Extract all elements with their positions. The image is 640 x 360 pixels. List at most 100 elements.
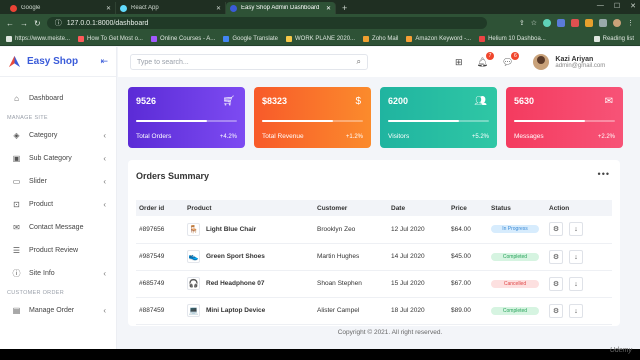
reload-icon[interactable]: ↻ xyxy=(34,19,41,28)
footer: Copyright © 2021. All right reserved. xyxy=(337,329,443,336)
section-heading: MANAGE SITE xyxy=(7,115,48,121)
arrow-down-icon[interactable]: ↓ xyxy=(569,222,583,237)
video-letterbox xyxy=(0,349,640,360)
arrow-down-icon[interactable]: ↓ xyxy=(569,249,583,264)
search-input[interactable]: Type to search... ⌕ xyxy=(130,54,368,70)
sidebar-item-slider[interactable]: ▭ Slider ‹ xyxy=(0,170,116,193)
arrow-down-icon[interactable]: ↓ xyxy=(569,276,583,291)
order-date: 15 Jul 2020 xyxy=(391,280,425,287)
stat-change: +5.2% xyxy=(471,134,489,140)
sidebar-item-category[interactable]: ◈ Category ‹ xyxy=(0,124,116,147)
order-id: #897656 xyxy=(139,225,165,233)
window-controls: — ☐ ✕ xyxy=(597,2,636,10)
search-placeholder: Type to search... xyxy=(137,58,189,66)
extension-icon[interactable] xyxy=(557,19,565,27)
product-name: Green Sport Shoes xyxy=(206,253,265,260)
tag-icon: ◈ xyxy=(13,131,20,140)
stat-progress-fill xyxy=(388,120,459,122)
reading-list[interactable]: Reading list xyxy=(593,35,634,42)
sidebar-item-dashboard[interactable]: ⌂ Dashboard xyxy=(0,87,116,110)
search-icon[interactable]: ⌕ xyxy=(357,57,361,67)
browser-tab-easyshop[interactable]: Easy Shop Admin Dashboard ✕ xyxy=(226,2,336,14)
cart-icon: 🛒︎ xyxy=(222,96,235,107)
bookmark-item[interactable]: https://www.meiste... xyxy=(6,35,70,42)
collapse-sidebar-icon[interactable]: ⇤ xyxy=(100,56,108,67)
product-thumbnail: 🪑 xyxy=(187,222,200,236)
close-tab-icon[interactable]: ✕ xyxy=(216,5,221,12)
stat-label: Total Orders xyxy=(136,133,172,140)
extension-icon[interactable] xyxy=(543,19,551,27)
stat-label: Messages xyxy=(514,133,544,140)
order-date: 12 Jul 2020 xyxy=(391,225,425,233)
close-tab-icon[interactable]: ✕ xyxy=(106,5,111,12)
bookmark-item[interactable]: Google Translate xyxy=(223,35,278,42)
user-menu[interactable]: Kazi Ariyan admin@gmail.com xyxy=(533,54,605,70)
close-tab-icon[interactable]: ✕ xyxy=(326,5,331,12)
sidebar-item-product[interactable]: ⊡ Product ‹ xyxy=(0,193,116,216)
forward-icon[interactable]: → xyxy=(20,19,28,28)
stat-progress xyxy=(514,120,615,122)
bookmark-item[interactable]: Amazon Keyword -... xyxy=(406,35,471,42)
address-bar[interactable]: ⓘ 127.0.0.1:8000/dashboard xyxy=(46,17,487,29)
browser-window: Google ✕ React App ✕ Easy Shop Admin Das… xyxy=(0,0,640,349)
extension-icon[interactable] xyxy=(571,19,579,27)
profile-avatar[interactable] xyxy=(613,19,621,27)
slider-icon: ▭ xyxy=(12,177,21,186)
status-cell: In Progress xyxy=(488,216,546,243)
bookmark-label: WORK PLANE 2020... xyxy=(295,35,356,42)
settings-icon[interactable]: ⚙ xyxy=(549,276,563,291)
back-icon[interactable]: ← xyxy=(6,19,14,28)
star-icon[interactable]: ☆ xyxy=(531,19,537,27)
extension-icon[interactable] xyxy=(585,19,593,27)
menu-icon[interactable]: ⋮ xyxy=(627,19,634,27)
arrow-down-icon[interactable]: ↓ xyxy=(569,303,583,318)
bookmark-favicon-icon xyxy=(406,35,413,42)
product-cell: 🪑 Light Blue Chair xyxy=(184,216,314,243)
settings-icon[interactable]: ⚙ xyxy=(549,222,563,237)
grid-icon[interactable]: ⊞ xyxy=(455,57,463,68)
maximize-icon[interactable]: ☐ xyxy=(614,2,620,10)
sidebar-item-label: Contact Message xyxy=(29,224,84,231)
sidebar-item-product-review[interactable]: ☰ Product Review xyxy=(0,239,116,262)
browser-tab-google[interactable]: Google ✕ xyxy=(6,2,116,14)
bookmark-favicon-icon xyxy=(6,35,12,42)
sidebar-item-sub-category[interactable]: ▣ Sub Category ‹ xyxy=(0,147,116,170)
bookmark-item[interactable]: WORK PLANE 2020... xyxy=(286,35,356,42)
action-cell: ⚙ ↓ xyxy=(546,243,612,270)
orders-table: Order id Product Customer Date Price Sta… xyxy=(136,200,612,325)
info-icon: ⓘ xyxy=(12,269,21,278)
sidebar-item-site-info[interactable]: ⓘ Site Info ‹ xyxy=(0,262,116,285)
order-date: 14 Jul 2020 xyxy=(391,253,425,260)
bookmark-label: Online Courses - A... xyxy=(159,35,216,42)
brand-name: Easy Shop xyxy=(27,56,79,67)
message-badge: 6 xyxy=(511,51,520,60)
bookmark-item[interactable]: Zoho Mail xyxy=(363,35,398,42)
browser-tab-react[interactable]: React App ✕ xyxy=(116,2,226,14)
product-name: Mini Laptop Device xyxy=(206,307,266,314)
sidebar-item-contact-message[interactable]: ✉ Contact Message xyxy=(0,216,116,239)
bell-icon[interactable]: 🔔︎ 7 xyxy=(477,51,494,68)
close-window-icon[interactable]: ✕ xyxy=(630,2,636,10)
dollar-icon: $ xyxy=(355,96,361,107)
chat-icon[interactable]: 💬︎ 6 xyxy=(502,51,520,68)
minimize-icon[interactable]: — xyxy=(597,2,604,10)
stat-value: $8323 xyxy=(262,96,288,106)
tab-label: Google xyxy=(21,5,41,11)
share-icon[interactable]: ⇪ xyxy=(519,19,525,27)
new-tab-icon[interactable]: + xyxy=(342,2,347,14)
section-heading: CUSTOMER ORDER xyxy=(7,290,64,296)
settings-icon[interactable]: ⚙ xyxy=(549,249,563,264)
bookmark-label: How To Get Most o... xyxy=(87,35,143,42)
stat-progress xyxy=(388,120,489,122)
puzzle-icon[interactable] xyxy=(599,19,607,27)
product-name: Red Headphone 07 xyxy=(206,280,265,287)
customer-name: Shoan Stephen xyxy=(317,280,362,287)
column-header: Product xyxy=(187,204,212,212)
sidebar-item-manage-order[interactable]: ▤ Manage Order ‹ xyxy=(0,299,116,322)
sidebar-item-label: Product Review xyxy=(29,247,79,254)
bookmark-item[interactable]: Helium 10 Dashboa... xyxy=(479,35,546,42)
more-options-icon[interactable]: ••• xyxy=(598,169,610,179)
settings-icon[interactable]: ⚙ xyxy=(549,303,563,318)
bookmark-item[interactable]: How To Get Most o... xyxy=(78,35,143,42)
bookmark-item[interactable]: Online Courses - A... xyxy=(150,35,216,42)
